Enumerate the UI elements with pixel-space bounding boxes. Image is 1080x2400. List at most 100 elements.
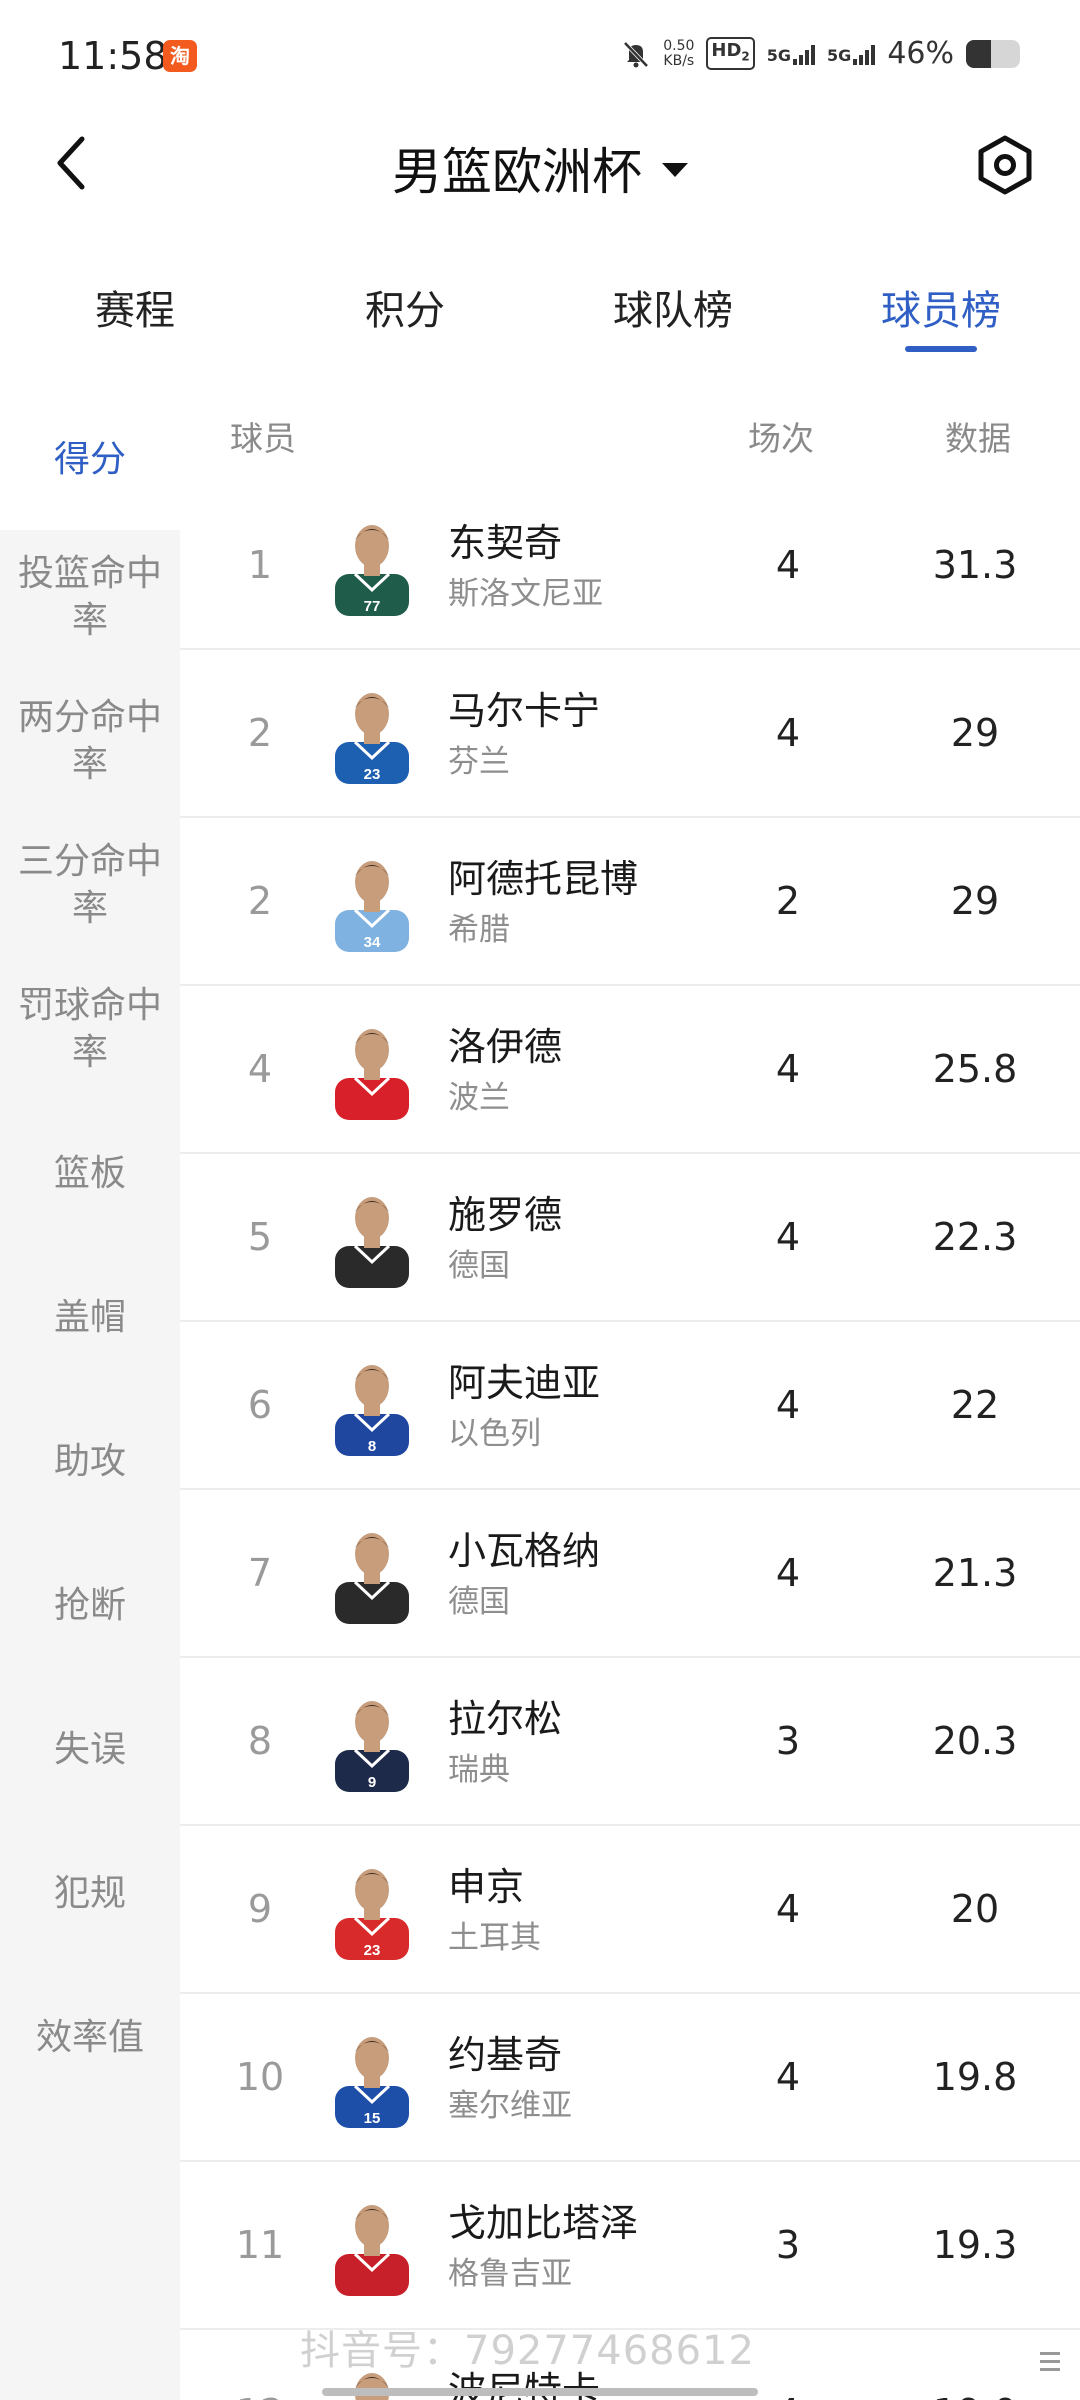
player-name: 申京: [448, 1865, 525, 1909]
table-row[interactable]: 11 戈加比塔泽 格鲁吉亚 3 19.3: [180, 2162, 1080, 2330]
table-row[interactable]: 2 34 阿德托昆博 希腊 2 29: [180, 818, 1080, 986]
tab-schedule[interactable]: 赛程: [35, 278, 235, 336]
player-name: 施罗德: [448, 1193, 563, 1237]
sidebar-item-efficiency[interactable]: 效率值: [0, 2014, 180, 2061]
hd-label: HD: [711, 39, 742, 61]
stat-value-cell: 21.3: [932, 1551, 1018, 1595]
player-team: 芬兰: [448, 744, 510, 780]
player-photo-icon: 15: [335, 2037, 409, 2128]
stat-value-cell: 31.3: [932, 543, 1018, 587]
rank-cell: 10: [235, 2055, 285, 2099]
player-team: 格鲁吉亚: [448, 2256, 572, 2292]
sidebar-item-blocks[interactable]: 盖帽: [0, 1294, 180, 1341]
sidebar-item-rebounds[interactable]: 篮板: [0, 1150, 180, 1197]
player-photo-icon: [335, 1197, 409, 1288]
active-tab-indicator: [905, 346, 977, 352]
games-cell: 3: [775, 1719, 801, 1763]
hd-sub: 2: [741, 49, 750, 64]
competition-selector[interactable]: 男篮欧洲杯: [0, 132, 1080, 204]
svg-text:15: 15: [364, 2110, 381, 2127]
status-time: 11:58: [58, 34, 168, 78]
status-right: 0.50 KB/s HD2 5G 5G 46%: [621, 36, 1020, 71]
player-photo-icon: [335, 1029, 409, 1120]
table-row[interactable]: 6 8 阿夫迪亚 以色列 4 22: [180, 1322, 1080, 1490]
home-indicator[interactable]: [322, 2388, 758, 2396]
top-tabs: 赛程 积分 球队榜 球员榜: [0, 260, 1080, 360]
player-photo-icon: 23: [335, 1869, 409, 1960]
games-cell: 4: [775, 1887, 801, 1931]
svg-text:23: 23: [364, 766, 381, 783]
tab-player-rankings[interactable]: 球员榜: [841, 278, 1041, 336]
stat-value-cell: 29: [950, 711, 1000, 755]
table-row[interactable]: 2 23 马尔卡宁 芬兰 4 29: [180, 650, 1080, 818]
stat-value-cell: 19.8: [932, 2055, 1018, 2099]
rank-cell: 11: [235, 2223, 285, 2267]
stat-value-cell: 25.8: [932, 1047, 1018, 1091]
table-row[interactable]: 10 15 约基奇塞尔维亚 4 19.8: [180, 1994, 1080, 2162]
page-title: 男篮欧洲杯: [392, 143, 642, 201]
battery-level: [966, 39, 991, 68]
rank-cell: 8: [247, 1719, 273, 1763]
svg-text:77: 77: [364, 598, 381, 615]
rank-cell: 1: [247, 543, 273, 587]
sidebar-item-points[interactable]: 得分: [0, 390, 180, 530]
player-photo-icon: [335, 2205, 409, 2296]
status-bar: 11:58 淘 0.50 KB/s HD2 5G 5G 46%: [0, 0, 1080, 110]
player-avatar: 15: [325, 2028, 419, 2128]
sidebar-item-fg-pct[interactable]: 投篮命中率: [0, 550, 180, 644]
svg-text:34: 34: [364, 934, 381, 951]
signal-bars-icon: [793, 43, 816, 65]
player-photo-icon: 34: [335, 861, 409, 952]
player-name: 东契奇: [448, 521, 563, 565]
sidebar-item-2pt-pct[interactable]: 两分命中率: [0, 694, 180, 788]
games-cell: 4: [775, 2055, 801, 2099]
player-avatar: [325, 1020, 419, 1120]
settings-button[interactable]: [970, 130, 1040, 200]
player-team: 以色列: [448, 1416, 541, 1452]
player-avatar: 34: [325, 852, 419, 952]
hd-badge: HD2: [706, 36, 755, 71]
sidebar-item-fouls[interactable]: 犯规: [0, 1870, 180, 1917]
header-player: 球员: [230, 419, 296, 458]
player-team: 波兰: [448, 1080, 510, 1116]
sidebar-item-assists[interactable]: 助攻: [0, 1438, 180, 1485]
header-stat: 数据: [945, 419, 1011, 458]
player-team: 瑞典: [448, 1752, 510, 1788]
player-name: 约基奇: [448, 2033, 563, 2077]
caret-down-icon: [662, 162, 688, 177]
sidebar-item-steals[interactable]: 抢断: [0, 1582, 180, 1629]
table-row[interactable]: 8 9 拉尔松 瑞典 3 20.3: [180, 1658, 1080, 1826]
player-team: 希腊: [448, 912, 510, 948]
stat-value-cell: 19.0: [910, 2330, 1040, 2400]
table-row[interactable]: 4 洛伊德 波兰 4 25.8: [180, 986, 1080, 1154]
games-cell: 4: [775, 711, 801, 755]
player-avatar: 23: [325, 684, 419, 784]
signal-bars-icon: [853, 43, 876, 65]
player-avatar: [325, 1524, 419, 1624]
rank-cell: 4: [247, 1047, 273, 1091]
sidebar-item-ft-pct[interactable]: 罚球命中率: [0, 982, 180, 1076]
table-row[interactable]: 5 施罗德 德国 4 22.3: [180, 1154, 1080, 1322]
games-cell: 4: [775, 1551, 801, 1595]
menu-icon: [1040, 2352, 1060, 2376]
signal-5g-2: 5G: [827, 43, 876, 65]
sidebar-item-3pt-pct[interactable]: 三分命中率: [0, 838, 180, 932]
player-name: 洛伊德: [448, 1025, 563, 1069]
sidebar-item-label: 两分命中率: [17, 697, 162, 785]
sidebar-item-turnovers[interactable]: 失误: [0, 1726, 180, 1773]
table-row[interactable]: 9 23 申京 土耳其 4 20: [180, 1826, 1080, 1994]
net-speed: 0.50 KB/s: [663, 38, 694, 69]
player-photo-icon: 23: [335, 693, 409, 784]
stat-value-cell: 22: [950, 1383, 1000, 1427]
table-header: 球员 场次 数据: [180, 390, 1080, 482]
sidebar-item-label: 投篮命中率: [17, 553, 162, 641]
table-row[interactable]: 1 77 东契奇 斯洛文尼亚 4 31.3: [180, 482, 1080, 650]
tab-standings[interactable]: 积分: [305, 278, 505, 336]
net1-label: 5G: [766, 45, 792, 65]
table-row[interactable]: 7 小瓦格纳 德国 4 21.3: [180, 1490, 1080, 1658]
player-team: 塞尔维亚: [448, 2088, 572, 2124]
net2-label: 5G: [827, 45, 852, 65]
player-name: 马尔卡宁: [448, 689, 601, 733]
tab-team-rankings[interactable]: 球队榜: [573, 278, 773, 336]
player-photo-icon: [335, 1533, 409, 1624]
